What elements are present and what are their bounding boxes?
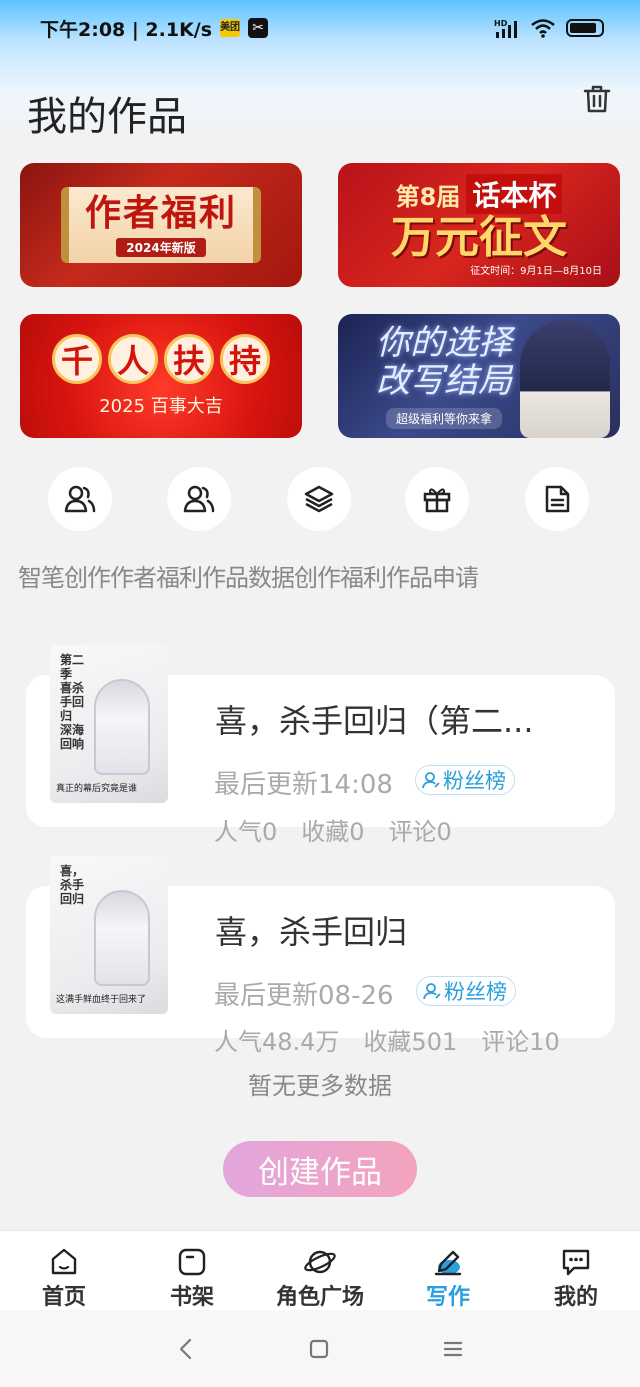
nav-label: 我的 [553,1285,598,1310]
work-title[interactable]: 喜，杀手回归 [215,907,407,953]
work-title[interactable]: 喜，杀手回归（第二... [215,696,534,742]
cover-text: 第二季 喜杀手回归 深海回响 [60,653,85,751]
comments-stat: 评论10 [481,1028,560,1056]
banner-title-line1: 你的选择 [376,322,512,363]
back-icon[interactable] [176,1337,196,1361]
banner-title: 作者福利 [84,192,237,234]
capcut-badge-icon: ✂ [248,18,269,38]
fan-rank-badge[interactable]: 粉丝榜 [415,765,515,795]
nav-label: 角色广场 [275,1285,364,1310]
nav-label: 写作 [425,1285,470,1310]
cover-illustration [94,890,150,986]
nav-label: 书架 [169,1285,214,1310]
user-icon [422,772,440,789]
fan-rank-badge[interactable]: 粉丝榜 [416,976,516,1006]
banner-char: 持 [220,334,270,384]
banner-subtitle: 2025 百事大吉 [99,396,223,417]
signal-icon: HD [494,19,517,38]
banner-note: 征文时间：9月1日—8月10日 [470,265,602,277]
banner-cup: 话本杯 [466,173,563,214]
banner-subtitle: 2024年新版 [116,237,206,257]
page-title: 我的作品 [27,94,187,140]
users-icon [183,485,215,513]
work-data-button[interactable] [287,467,351,531]
banner-title: 万元征文 [391,211,567,263]
comments-stat: 评论0 [388,818,452,846]
cover-text: 喜，杀手回归 [60,864,85,906]
cover-tagline: 真正的幕后究竟是谁 [56,784,138,794]
work-cover[interactable]: 喜，杀手回归 这满手鲜血终于回来了 [50,856,168,1014]
nav-label: 首页 [41,1285,86,1310]
trash-icon [583,85,611,113]
network-label: HD [494,19,508,28]
wifi-icon [531,19,555,38]
work-updated-time: 最后更新14:08 [214,770,393,800]
status-bar: 下午2:08 | 2.1K/s 美团 ✂ HD [0,0,640,56]
user-icon [423,983,441,1000]
bookshelf-icon [178,1248,206,1276]
banner-choice[interactable]: 你的选择 改写结局 超级福利等你来拿 [338,314,620,438]
smart-pen-button[interactable] [48,467,112,531]
status-left: 下午2:08 | 2.1K/s 美团 ✂ [40,15,269,42]
planet-icon [304,1250,336,1274]
author-welfare-button[interactable] [167,467,231,531]
banner-scroll: 作者福利 2024年新版 [61,187,261,263]
fan-rank-label: 粉丝榜 [444,980,507,1004]
create-work-button[interactable]: 创建作品 [223,1141,417,1197]
banner-char: 千 [52,334,102,384]
home-square-icon[interactable] [308,1338,330,1360]
gift-icon [423,488,451,513]
work-cover[interactable]: 第二季 喜杀手回归 深海回响 真正的幕后究竟是谁 [50,645,168,803]
popularity-stat: 人气0 [214,818,278,846]
banner-title-line2: 改写结局 [376,360,512,401]
banner-support[interactable]: 千 人 扶 持 2025 百事大吉 [20,314,302,438]
status-right: HD [494,18,604,38]
banner-author-welfare[interactable]: 作者福利 2024年新版 [20,163,302,287]
work-stats: 人气0 收藏0 评论0 [214,812,476,847]
battery-icon [566,19,604,37]
work-application-button[interactable] [525,467,589,531]
work-stats: 人气48.4万 收藏501 评论10 [214,1022,584,1057]
work-updated-time: 最后更新08-26 [214,981,394,1011]
banner-writing-contest[interactable]: 第8届 话本杯 万元征文 征文时间：9月1日—8月10日 [338,163,620,287]
nav-bookshelf[interactable]: 书架 [128,1231,256,1310]
document-icon [545,485,570,513]
quick-action-labels: 智笔创作作者福利作品数据创作福利作品申请 [18,564,479,592]
banner-char: 人 [108,334,158,384]
system-navigation-bar [0,1310,640,1387]
banner-subtitle: 超级福利等你来拿 [385,407,502,429]
delete-button[interactable] [578,80,616,118]
nav-home[interactable]: 首页 [0,1231,128,1310]
write-icon [434,1250,462,1276]
creation-welfare-button[interactable] [405,467,469,531]
favorites-stat: 收藏501 [363,1028,458,1056]
popularity-stat: 人气48.4万 [214,1028,340,1056]
layers-icon [304,485,334,513]
users-icon [64,485,96,513]
bottom-nav: 首页 书架 角色广场 写作 我的 [0,1230,640,1310]
status-time: 下午2:08 | 2.1K/s [40,18,213,41]
nav-mine[interactable]: 我的 [512,1231,640,1310]
banner-contest-row: 第8届 话本杯 [395,173,563,214]
favorites-stat: 收藏0 [301,818,365,846]
character-illustration [520,320,610,438]
no-more-data-text: 暂无更多数据 [248,1072,392,1100]
banner-prefix: 第8届 [395,182,461,211]
home-icon [51,1248,77,1275]
nav-write[interactable]: 写作 [384,1231,512,1310]
cover-tagline: 这满手鲜血终于回来了 [56,995,147,1005]
cover-illustration [94,679,150,775]
fan-rank-label: 粉丝榜 [443,769,506,793]
recents-menu-icon[interactable] [442,1338,464,1360]
banner-char: 扶 [164,334,214,384]
chat-icon [562,1249,590,1276]
meituan-badge-icon: 美团 [220,19,241,37]
banner-lantern-row: 千 人 扶 持 [52,334,270,384]
nav-character-square[interactable]: 角色广场 [256,1231,384,1310]
